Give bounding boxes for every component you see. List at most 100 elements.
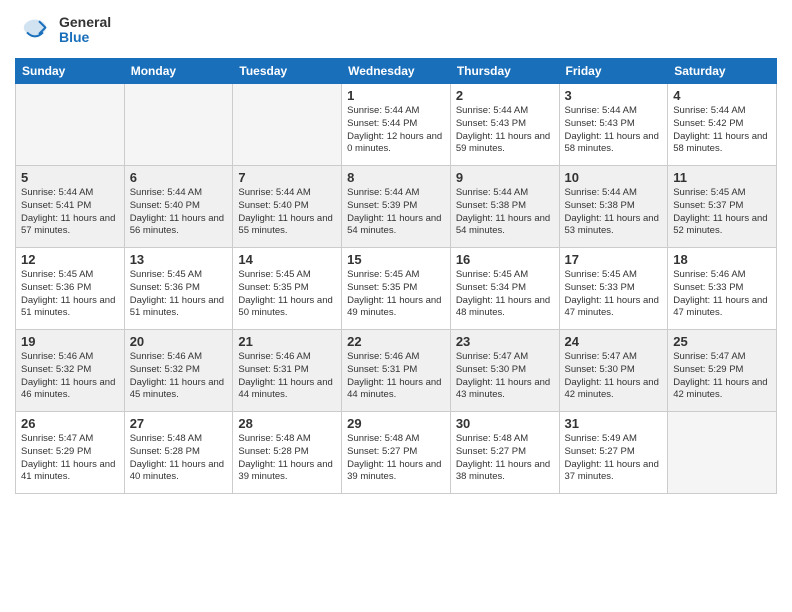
day-daylight: Daylight: 11 hours and 57 minutes.: [21, 213, 119, 239]
calendar-day-cell: 26 Sunrise: 5:47 AM Sunset: 5:29 PM Dayl…: [16, 412, 125, 494]
day-sunrise: Sunrise: 5:44 AM: [238, 187, 336, 200]
day-number: 26: [21, 416, 119, 431]
calendar-week-row: 1 Sunrise: 5:44 AM Sunset: 5:44 PM Dayli…: [16, 84, 777, 166]
day-sunrise: Sunrise: 5:46 AM: [673, 269, 771, 282]
day-daylight: Daylight: 11 hours and 52 minutes.: [673, 213, 771, 239]
day-sunrise: Sunrise: 5:47 AM: [456, 351, 554, 364]
day-sunrise: Sunrise: 5:45 AM: [238, 269, 336, 282]
day-number: 12: [21, 252, 119, 267]
day-daylight: Daylight: 11 hours and 40 minutes.: [130, 459, 228, 485]
calendar-day-cell: 25 Sunrise: 5:47 AM Sunset: 5:29 PM Dayl…: [668, 330, 777, 412]
day-number: 22: [347, 334, 445, 349]
calendar-day-cell: 22 Sunrise: 5:46 AM Sunset: 5:31 PM Dayl…: [342, 330, 451, 412]
calendar-day-cell: 10 Sunrise: 5:44 AM Sunset: 5:38 PM Dayl…: [559, 166, 668, 248]
day-sunset: Sunset: 5:27 PM: [565, 446, 663, 459]
calendar-day-cell: 31 Sunrise: 5:49 AM Sunset: 5:27 PM Dayl…: [559, 412, 668, 494]
day-sunrise: Sunrise: 5:48 AM: [456, 433, 554, 446]
calendar-day-cell: 12 Sunrise: 5:45 AM Sunset: 5:36 PM Dayl…: [16, 248, 125, 330]
calendar-day-cell: 7 Sunrise: 5:44 AM Sunset: 5:40 PM Dayli…: [233, 166, 342, 248]
day-sunset: Sunset: 5:44 PM: [347, 118, 445, 131]
calendar-day-cell: 11 Sunrise: 5:45 AM Sunset: 5:37 PM Dayl…: [668, 166, 777, 248]
day-daylight: Daylight: 11 hours and 39 minutes.: [347, 459, 445, 485]
day-sunrise: Sunrise: 5:46 AM: [238, 351, 336, 364]
day-sunrise: Sunrise: 5:44 AM: [456, 187, 554, 200]
day-sunset: Sunset: 5:37 PM: [673, 200, 771, 213]
weekday-header-row: SundayMondayTuesdayWednesdayThursdayFrid…: [16, 59, 777, 84]
day-number: 9: [456, 170, 554, 185]
day-sunrise: Sunrise: 5:46 AM: [347, 351, 445, 364]
weekday-header-saturday: Saturday: [668, 59, 777, 84]
day-sunrise: Sunrise: 5:44 AM: [347, 187, 445, 200]
day-sunrise: Sunrise: 5:44 AM: [673, 105, 771, 118]
logo: General Blue: [15, 10, 111, 50]
day-sunrise: Sunrise: 5:45 AM: [456, 269, 554, 282]
day-sunrise: Sunrise: 5:45 AM: [673, 187, 771, 200]
calendar-day-cell: 1 Sunrise: 5:44 AM Sunset: 5:44 PM Dayli…: [342, 84, 451, 166]
header: General Blue: [15, 10, 777, 50]
day-sunrise: Sunrise: 5:48 AM: [238, 433, 336, 446]
calendar-day-cell: 5 Sunrise: 5:44 AM Sunset: 5:41 PM Dayli…: [16, 166, 125, 248]
calendar-day-cell: 19 Sunrise: 5:46 AM Sunset: 5:32 PM Dayl…: [16, 330, 125, 412]
day-sunset: Sunset: 5:30 PM: [456, 364, 554, 377]
day-daylight: Daylight: 11 hours and 55 minutes.: [238, 213, 336, 239]
page: General Blue SundayMondayTuesdayWednesda…: [0, 0, 792, 612]
calendar-day-cell: 27 Sunrise: 5:48 AM Sunset: 5:28 PM Dayl…: [124, 412, 233, 494]
day-number: 16: [456, 252, 554, 267]
calendar-day-cell: 9 Sunrise: 5:44 AM Sunset: 5:38 PM Dayli…: [450, 166, 559, 248]
day-number: 7: [238, 170, 336, 185]
calendar-day-cell: 20 Sunrise: 5:46 AM Sunset: 5:32 PM Dayl…: [124, 330, 233, 412]
calendar-day-cell: 14 Sunrise: 5:45 AM Sunset: 5:35 PM Dayl…: [233, 248, 342, 330]
day-number: 24: [565, 334, 663, 349]
day-number: 2: [456, 88, 554, 103]
day-daylight: Daylight: 11 hours and 42 minutes.: [673, 377, 771, 403]
calendar-day-cell: 23 Sunrise: 5:47 AM Sunset: 5:30 PM Dayl…: [450, 330, 559, 412]
day-number: 10: [565, 170, 663, 185]
day-sunrise: Sunrise: 5:47 AM: [673, 351, 771, 364]
logo-general: General: [59, 15, 111, 30]
calendar-week-row: 26 Sunrise: 5:47 AM Sunset: 5:29 PM Dayl…: [16, 412, 777, 494]
calendar-day-cell: 8 Sunrise: 5:44 AM Sunset: 5:39 PM Dayli…: [342, 166, 451, 248]
day-sunrise: Sunrise: 5:44 AM: [565, 105, 663, 118]
calendar-week-row: 12 Sunrise: 5:45 AM Sunset: 5:36 PM Dayl…: [16, 248, 777, 330]
day-daylight: Daylight: 11 hours and 56 minutes.: [130, 213, 228, 239]
day-sunrise: Sunrise: 5:49 AM: [565, 433, 663, 446]
day-sunset: Sunset: 5:32 PM: [21, 364, 119, 377]
day-sunrise: Sunrise: 5:45 AM: [565, 269, 663, 282]
day-sunset: Sunset: 5:36 PM: [21, 282, 119, 295]
calendar-day-cell: 21 Sunrise: 5:46 AM Sunset: 5:31 PM Dayl…: [233, 330, 342, 412]
day-sunrise: Sunrise: 5:47 AM: [21, 433, 119, 446]
weekday-header-friday: Friday: [559, 59, 668, 84]
logo-icon: [15, 10, 55, 50]
day-daylight: Daylight: 11 hours and 42 minutes.: [565, 377, 663, 403]
day-number: 20: [130, 334, 228, 349]
day-sunset: Sunset: 5:32 PM: [130, 364, 228, 377]
weekday-header-sunday: Sunday: [16, 59, 125, 84]
day-number: 23: [456, 334, 554, 349]
calendar-day-cell: 13 Sunrise: 5:45 AM Sunset: 5:36 PM Dayl…: [124, 248, 233, 330]
day-daylight: Daylight: 11 hours and 50 minutes.: [238, 295, 336, 321]
day-daylight: Daylight: 11 hours and 54 minutes.: [456, 213, 554, 239]
calendar-day-cell: 24 Sunrise: 5:47 AM Sunset: 5:30 PM Dayl…: [559, 330, 668, 412]
day-daylight: Daylight: 11 hours and 41 minutes.: [21, 459, 119, 485]
day-sunset: Sunset: 5:36 PM: [130, 282, 228, 295]
day-sunrise: Sunrise: 5:44 AM: [21, 187, 119, 200]
day-sunset: Sunset: 5:43 PM: [456, 118, 554, 131]
day-sunrise: Sunrise: 5:46 AM: [21, 351, 119, 364]
day-number: 31: [565, 416, 663, 431]
day-daylight: Daylight: 11 hours and 47 minutes.: [565, 295, 663, 321]
day-daylight: Daylight: 11 hours and 48 minutes.: [456, 295, 554, 321]
day-number: 28: [238, 416, 336, 431]
day-sunrise: Sunrise: 5:44 AM: [130, 187, 228, 200]
day-number: 11: [673, 170, 771, 185]
day-sunset: Sunset: 5:38 PM: [565, 200, 663, 213]
calendar-day-cell: [668, 412, 777, 494]
day-daylight: Daylight: 11 hours and 45 minutes.: [130, 377, 228, 403]
day-daylight: Daylight: 11 hours and 51 minutes.: [21, 295, 119, 321]
day-sunset: Sunset: 5:39 PM: [347, 200, 445, 213]
day-daylight: Daylight: 11 hours and 59 minutes.: [456, 131, 554, 157]
weekday-header-tuesday: Tuesday: [233, 59, 342, 84]
calendar-day-cell: [233, 84, 342, 166]
day-sunset: Sunset: 5:30 PM: [565, 364, 663, 377]
day-sunset: Sunset: 5:28 PM: [130, 446, 228, 459]
calendar-day-cell: 2 Sunrise: 5:44 AM Sunset: 5:43 PM Dayli…: [450, 84, 559, 166]
